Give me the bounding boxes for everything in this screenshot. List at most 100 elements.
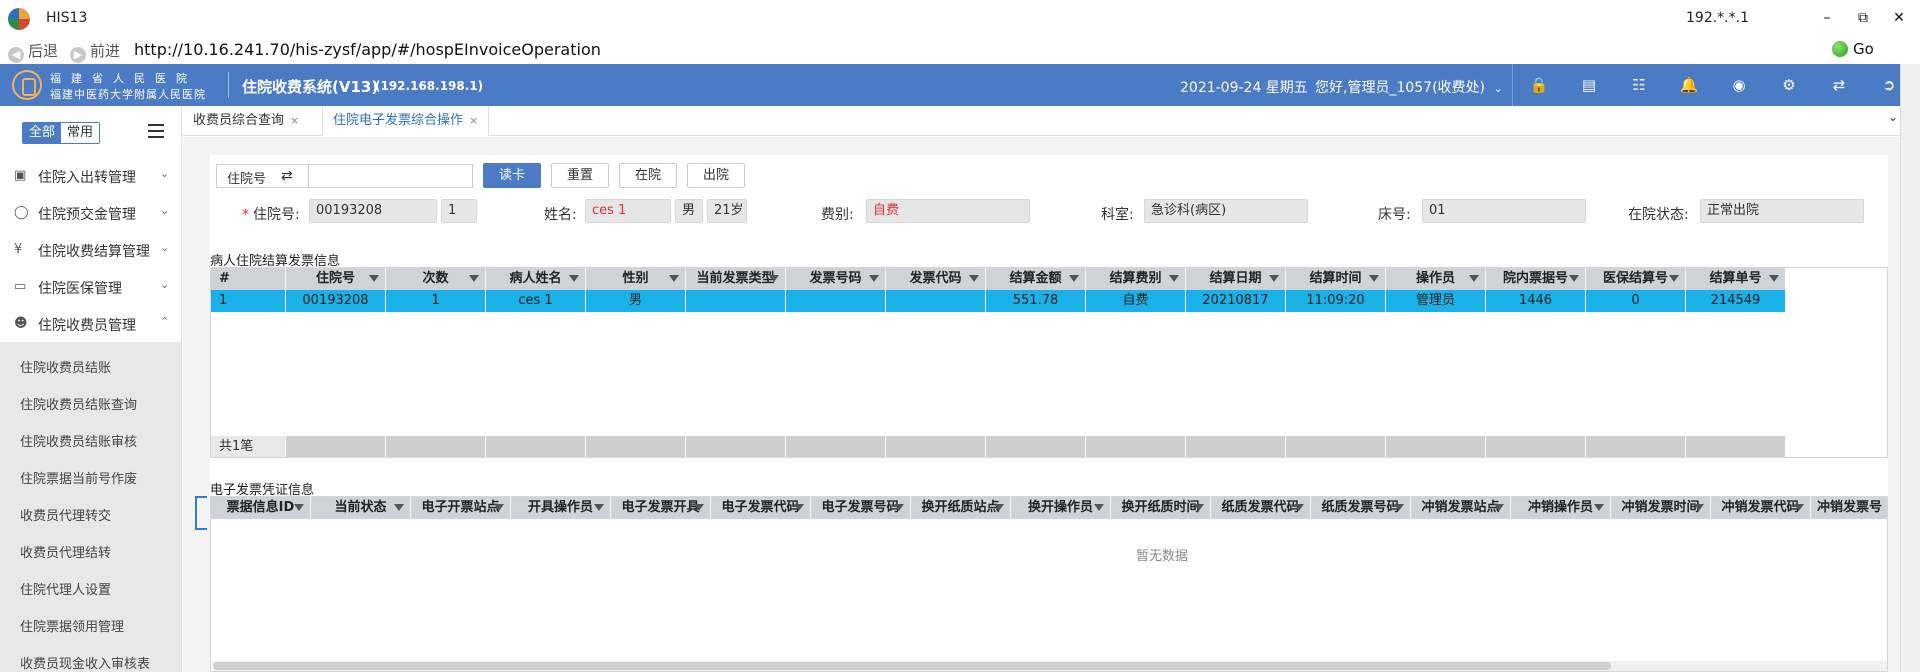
col-header[interactable]: 次数 (386, 268, 486, 290)
filter-icon[interactable] (1069, 275, 1079, 282)
filter-icon[interactable] (1369, 275, 1379, 282)
sidebar-item[interactable]: 住院代理人设置 (20, 579, 111, 598)
filter-icon[interactable] (1269, 275, 1279, 282)
filter-icon[interactable] (1294, 504, 1304, 511)
sidebar-item[interactable]: 住院票据领用管理 (20, 616, 124, 635)
filter-icon[interactable] (1694, 504, 1704, 511)
url-field[interactable]: http://10.16.241.70/his-zysf/app/#/hospE… (134, 40, 601, 59)
document-icon[interactable]: ☷ (1628, 74, 1650, 96)
sidebar-item[interactable]: 住院收费员结账 (20, 357, 111, 376)
filter-icon[interactable] (294, 504, 304, 511)
search-input[interactable] (308, 164, 473, 188)
minimize-icon[interactable]: – (1814, 6, 1840, 30)
col-header[interactable]: 电子发票开具 (611, 497, 711, 519)
search-type-select[interactable]: 住院号 ⇄ (216, 164, 308, 188)
sidebar-group-insurance[interactable]: ▭ 住院医保管理 ⌄ (0, 268, 181, 304)
sidebar-group-admission[interactable]: ▣ 住院入出转管理 ⌄ (0, 157, 181, 193)
filter-icon[interactable] (1669, 275, 1679, 282)
card-reader-icon[interactable]: ▤ (1578, 74, 1600, 96)
filter-icon[interactable] (1794, 504, 1804, 511)
filter-icon[interactable] (1394, 504, 1404, 511)
user-menu[interactable]: 您好,管理员_1057(收费处) ⌄ (1315, 77, 1503, 97)
col-header[interactable]: 结算时间 (1286, 268, 1386, 290)
col-header[interactable]: 换开操作员 (1011, 497, 1111, 519)
filter-icon[interactable] (1169, 275, 1179, 282)
filter-icon[interactable] (869, 275, 879, 282)
col-header[interactable]: 结算单号 (1686, 268, 1786, 290)
col-header[interactable]: 冲销操作员 (1511, 497, 1611, 519)
filter-icon[interactable] (1094, 504, 1104, 511)
sidebar-item[interactable]: 收费员代理转交 (20, 505, 111, 524)
switch-icon[interactable]: ⇄ (1828, 74, 1850, 96)
filter-icon[interactable] (1594, 504, 1604, 511)
filter-icon[interactable] (1569, 275, 1579, 282)
col-header[interactable]: 纸质发票代码 (1211, 497, 1311, 519)
col-header[interactable]: 换开纸质站点 (911, 497, 1011, 519)
close-tab-icon[interactable]: × (469, 114, 478, 127)
close-tab-icon[interactable]: × (290, 114, 299, 127)
col-header[interactable]: 当前发票类型 (686, 268, 786, 290)
page-scrollbar[interactable] (1900, 64, 1920, 672)
sidebar-item[interactable]: 住院票据当前号作废 (20, 468, 137, 487)
sidebar-item[interactable]: 收费员现金收入审核表 (20, 653, 150, 672)
filter-icon[interactable] (1194, 504, 1204, 511)
col-header[interactable]: 操作员 (1386, 268, 1486, 290)
lock-icon[interactable]: 🔒 (1528, 74, 1550, 96)
filter-icon[interactable] (594, 504, 604, 511)
in-hospital-button[interactable]: 在院 (619, 163, 677, 188)
sidebar-group-deposit[interactable]: ◯ 住院预交金管理 ⌄ (0, 194, 181, 230)
scrollbar-thumb[interactable] (213, 662, 1611, 670)
col-header[interactable]: 电子开票站点 (411, 497, 511, 519)
filter-icon[interactable] (494, 504, 504, 511)
restore-icon[interactable]: ⧉ (1850, 6, 1876, 30)
col-header[interactable]: 纸质发票号码 (1311, 497, 1411, 519)
col-header[interactable]: 院内票据号 (1486, 268, 1586, 290)
bell-icon[interactable]: 🔔 (1678, 74, 1700, 96)
filter-icon[interactable] (469, 275, 479, 282)
close-window-icon[interactable]: ✕ (1886, 6, 1912, 30)
col-header[interactable]: 冲销发票号 (1811, 497, 1887, 519)
sidebar-item[interactable]: 住院收费员结账查询 (20, 394, 137, 413)
toggle-common[interactable]: 常用 (61, 123, 100, 143)
col-header[interactable]: 冲销发票站点 (1411, 497, 1511, 519)
filter-icon[interactable] (369, 275, 379, 282)
filter-icon[interactable] (969, 275, 979, 282)
sidebar-item[interactable]: 住院收费员结账审核 (20, 431, 137, 450)
tab-einvoice-operation[interactable]: 住院电子发票综合操作 × (322, 106, 490, 136)
sidebar-group-settlement[interactable]: ¥ 住院收费结算管理 ⌄ (0, 231, 181, 267)
col-header[interactable]: 电子发票代码 (711, 497, 811, 519)
col-header[interactable]: 结算金额 (986, 268, 1086, 290)
table-row[interactable]: 1 00193208 1 ces 1 男 551.78 自费 20210817 … (211, 290, 1786, 312)
col-header[interactable]: 结算日期 (1186, 268, 1286, 290)
col-header[interactable]: 冲销发票代码 (1711, 497, 1811, 519)
reset-button[interactable]: 重置 (551, 163, 609, 188)
filter-icon[interactable] (1769, 275, 1779, 282)
filter-icon[interactable] (894, 504, 904, 511)
swap-icon[interactable]: ⇄ (281, 168, 293, 184)
filter-icon[interactable] (994, 504, 1004, 511)
col-header[interactable]: 冲销发票时间 (1611, 497, 1711, 519)
filter-icon[interactable] (769, 275, 779, 282)
filter-icon[interactable] (1494, 504, 1504, 511)
col-header[interactable]: 住院号 (286, 268, 386, 290)
col-header[interactable]: 性别 (586, 268, 686, 290)
col-header[interactable]: 开具操作员 (511, 497, 611, 519)
col-header[interactable]: 票据信息ID (211, 497, 311, 519)
filter-icon[interactable] (669, 275, 679, 282)
logout-icon[interactable]: ➲ (1878, 74, 1900, 96)
filter-icon[interactable] (694, 504, 704, 511)
sidebar-item[interactable]: 收费员代理结转 (20, 542, 111, 561)
horizontal-scrollbar[interactable] (213, 661, 1887, 671)
back-button[interactable]: ◀ 后退 (8, 40, 58, 63)
eye-icon[interactable]: ◉ (1728, 74, 1750, 96)
col-header[interactable]: 电子发票号码 (811, 497, 911, 519)
col-header[interactable]: 医保结算号 (1586, 268, 1686, 290)
discharged-button[interactable]: 出院 (687, 163, 745, 188)
filter-icon[interactable] (1469, 275, 1479, 282)
go-button[interactable]: Go (1832, 40, 1874, 58)
col-header[interactable]: 结算费别 (1086, 268, 1186, 290)
toggle-all[interactable]: 全部 (23, 123, 62, 143)
col-header[interactable]: 当前状态 (311, 497, 411, 519)
tab-cashier-query[interactable]: 收费员综合查询 × (183, 106, 309, 136)
tab-overflow-chevron-icon[interactable]: ⌄ (1888, 110, 1898, 124)
